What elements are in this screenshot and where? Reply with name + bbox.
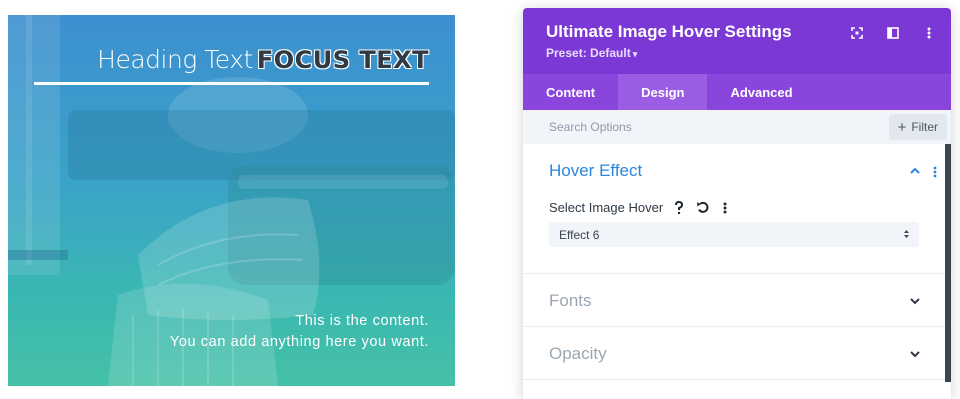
search-bar: + Filter	[523, 110, 951, 144]
more-vertical-icon[interactable]	[718, 201, 732, 215]
heading-focus-text: FOCUS TEXT	[256, 46, 429, 74]
tab-advanced[interactable]: Advanced	[707, 74, 815, 110]
select-updown-icon	[904, 230, 909, 238]
heading-text: Heading Text	[97, 45, 253, 74]
header-icons	[849, 25, 937, 41]
sidebar-icon[interactable]	[885, 25, 901, 41]
select-image-hover-field: Select Image Hover	[549, 200, 732, 215]
section-opacity[interactable]: Opacity	[523, 327, 945, 380]
heading-divider	[34, 82, 429, 85]
section-title-fonts: Fonts	[549, 291, 592, 310]
more-vertical-icon[interactable]	[933, 166, 937, 178]
tab-design[interactable]: Design	[618, 74, 708, 110]
select-value: Effect 6	[559, 227, 600, 242]
section-fonts[interactable]: Fonts	[523, 274, 945, 327]
section-hover-effect: Hover Effect Select Image Hover Effect 6	[523, 144, 945, 274]
filter-button[interactable]: + Filter	[888, 114, 947, 140]
content-line-2: You can add anything here you want.	[169, 334, 429, 350]
settings-panel: Ultimate Image Hover Settings Preset: De…	[523, 8, 951, 399]
field-label-text: Select Image Hover	[549, 200, 664, 215]
scrollbar[interactable]	[945, 144, 951, 382]
more-vertical-icon[interactable]	[921, 25, 937, 41]
preview-heading: Heading Text FOCUS TEXT	[97, 45, 429, 74]
content-line-1: This is the content.	[295, 313, 429, 329]
panel-header: Ultimate Image Hover Settings Preset: De…	[523, 8, 951, 74]
chevron-up-icon[interactable]	[909, 166, 921, 176]
expand-icon[interactable]	[849, 25, 865, 41]
preset-label: Preset: Default	[546, 46, 631, 60]
help-icon[interactable]	[672, 201, 686, 215]
section-title-hover-effect[interactable]: Hover Effect	[549, 161, 642, 181]
chevron-down-icon[interactable]	[909, 349, 921, 359]
reset-icon[interactable]	[695, 201, 709, 215]
filter-label: Filter	[911, 120, 938, 134]
search-input[interactable]	[549, 120, 749, 134]
page: Heading Text FOCUS TEXT This is the cont…	[0, 0, 960, 399]
tab-content[interactable]: Content	[523, 74, 618, 110]
chevron-down-icon[interactable]	[909, 296, 921, 306]
image-hover-select[interactable]: Effect 6	[549, 222, 919, 247]
caret-down-icon: ▾	[632, 49, 638, 59]
preview-content: This is the content. You can add anythin…	[170, 311, 429, 353]
panel-tabs: Content Design Advanced	[523, 74, 951, 110]
plus-icon: +	[897, 118, 907, 136]
image-hover-preview[interactable]: Heading Text FOCUS TEXT This is the cont…	[8, 15, 455, 386]
preset-selector[interactable]: Preset: Default ▾	[546, 46, 951, 60]
section-title-opacity: Opacity	[549, 344, 607, 363]
